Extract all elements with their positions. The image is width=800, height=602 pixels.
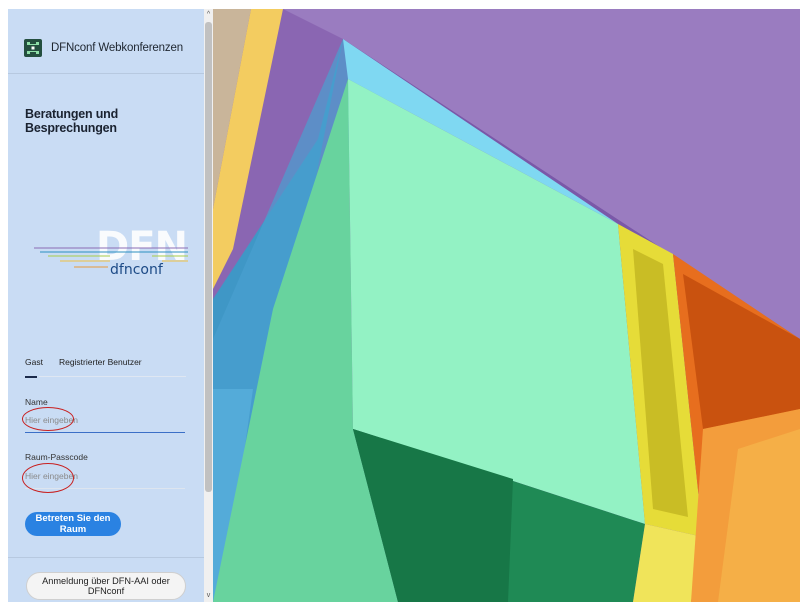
left-panel: DFNconf Webkonferenzen Beratungen und Be…	[8, 9, 204, 602]
active-tab-indicator	[25, 376, 37, 378]
tab-bar: Gast Registrierter Benutzer	[25, 357, 158, 367]
scroll-thumb[interactable]	[205, 22, 212, 492]
scroll-up-arrow-icon[interactable]: ^	[204, 9, 213, 21]
passcode-field[interactable]	[25, 468, 185, 484]
tab-guest[interactable]: Gast	[25, 357, 43, 367]
background-artwork	[213, 9, 800, 602]
screenshot-frame: DFNconf Webkonferenzen Beratungen und Be…	[0, 0, 800, 602]
page-title: Beratungen und Besprechungen	[25, 107, 119, 135]
tab-registered-user[interactable]: Registrierter Benutzer	[59, 357, 142, 367]
scroll-down-arrow-icon[interactable]: v	[204, 590, 213, 602]
dfn-logo-graphic: DFN dfnconf	[34, 224, 188, 278]
dfnconf-logo-text: dfnconf	[110, 262, 164, 278]
header-divider	[8, 73, 204, 74]
enter-room-button[interactable]: Betreten Sie den Raum	[25, 512, 121, 536]
dfnconf-logo-icon	[24, 39, 42, 57]
geometric-illustration	[213, 9, 800, 602]
tab-bar-divider	[39, 376, 186, 377]
name-field[interactable]	[25, 412, 185, 428]
top-border	[0, 0, 800, 9]
app-header: DFNconf Webkonferenzen	[24, 31, 194, 65]
passcode-field-underline	[25, 488, 185, 489]
name-label: Name	[25, 397, 48, 407]
passcode-label: Raum-Passcode	[25, 452, 88, 462]
scrollbar[interactable]: ^ v	[204, 9, 213, 602]
app-title: DFNconf Webkonferenzen	[51, 42, 183, 54]
dfn-aai-login-button[interactable]: Anmeldung über DFN-AAI oder DFNconf	[26, 572, 186, 600]
panel-divider	[8, 557, 204, 558]
dfn-logo: DFN dfnconf	[30, 214, 200, 289]
name-field-underline	[25, 432, 185, 433]
